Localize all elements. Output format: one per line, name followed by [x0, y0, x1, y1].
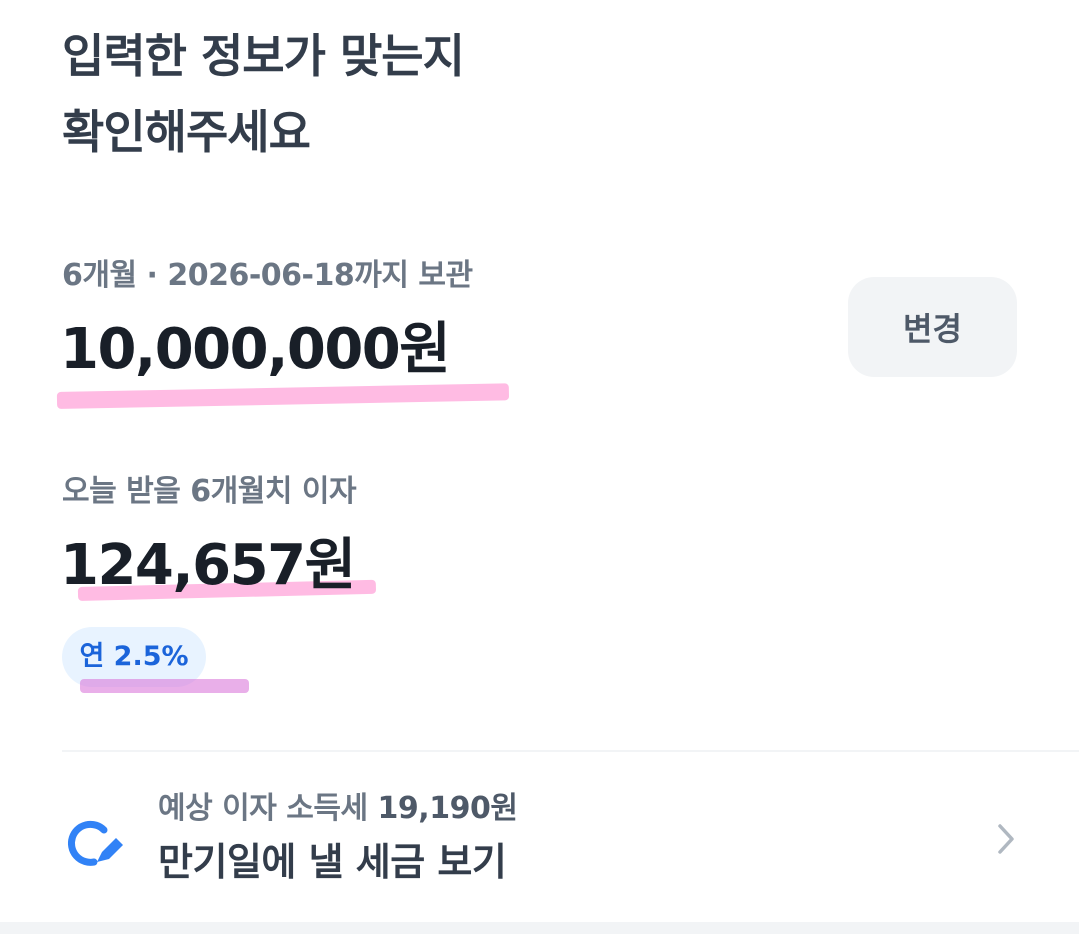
- interest-amount: 124,657원: [60, 533, 356, 598]
- page-title-line-1: 입력한 정보가 맞는지: [62, 29, 465, 83]
- deposit-period-text: 6개월 · 2026-06-18까지 보관: [62, 258, 473, 293]
- chevron-right-icon: [998, 824, 1014, 854]
- pencil-circle-icon: [68, 820, 123, 866]
- highlight-mark: [80, 679, 249, 693]
- page-title-line-2: 확인해주세요: [62, 105, 311, 159]
- interest-label: 오늘 받을 6개월치 이자: [62, 474, 357, 509]
- page-title: 입력한 정보가 맞는지 확인해주세요: [62, 18, 822, 170]
- tax-estimate-text: 예상 이자 소득세 19,190원: [158, 787, 518, 831]
- change-button[interactable]: 변경: [848, 277, 1017, 377]
- tax-estimate-label: 예상 이자 소득세: [158, 791, 368, 826]
- interest-rate-badge: 연 2.5%: [62, 627, 206, 687]
- tax-estimate-amount: 19,190원: [377, 791, 518, 826]
- deposit-amount: 10,000,000원: [60, 317, 451, 382]
- tax-preview-title: 만기일에 낼 세금 보기: [158, 840, 507, 884]
- bottom-separator: [0, 922, 1079, 934]
- tax-preview-row[interactable]: 예상 이자 소득세 19,190원 만기일에 낼 세금 보기: [0, 752, 1079, 922]
